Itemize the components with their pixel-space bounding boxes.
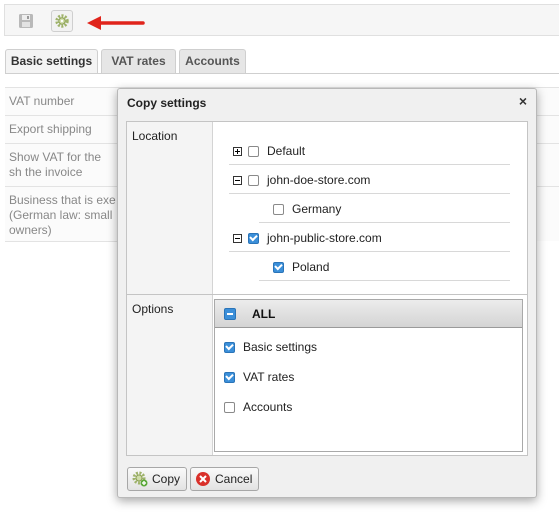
- save-icon: [19, 14, 33, 28]
- divider: [259, 222, 510, 223]
- dialog-title: Copy settings: [127, 96, 207, 110]
- label-column: [127, 122, 212, 455]
- select-all-checkbox[interactable]: [224, 307, 236, 320]
- checkbox-john-doe-store[interactable]: [248, 174, 259, 186]
- tree-item-label: Default: [267, 144, 306, 158]
- divider: [229, 251, 510, 252]
- checkbox-germany[interactable]: [273, 203, 284, 215]
- toolbar: [4, 4, 559, 36]
- tree-item-germany[interactable]: Germany: [273, 201, 341, 217]
- copy-button-label: Copy: [152, 472, 181, 486]
- location-label: Location: [132, 129, 178, 143]
- tree-item-label: Poland: [292, 260, 330, 274]
- divider: [229, 164, 510, 165]
- checkbox-john-public-store[interactable]: [248, 232, 259, 244]
- option-label: VAT rates: [243, 370, 295, 384]
- tree-item-default[interactable]: Default: [233, 143, 305, 159]
- expand-icon[interactable]: [233, 146, 242, 156]
- checkbox-poland[interactable]: [273, 261, 284, 273]
- divider: [5, 241, 117, 242]
- row-label: VAT number: [9, 94, 75, 108]
- tree-item-poland[interactable]: Poland: [273, 259, 329, 275]
- divider: [259, 280, 510, 281]
- tree-item-john-doe-store[interactable]: john-doe-store.com: [233, 172, 370, 188]
- option-accounts[interactable]: Accounts: [224, 400, 292, 414]
- cancel-button[interactable]: Cancel: [190, 467, 260, 491]
- divider: [229, 193, 510, 194]
- collapse-icon[interactable]: [233, 175, 242, 185]
- copy-settings-dialog: Copy settings × Location Options Default…: [117, 88, 537, 498]
- option-all-label: ALL: [252, 306, 276, 321]
- option-label: Basic settings: [243, 340, 318, 354]
- option-all[interactable]: ALL: [215, 300, 522, 328]
- checkbox-default[interactable]: [248, 145, 259, 157]
- options-list: ALL Basic settings VAT rates Accounts: [214, 299, 523, 452]
- copy-settings-button[interactable]: [51, 10, 73, 32]
- option-basic-settings[interactable]: Basic settings: [224, 340, 317, 354]
- copy-button[interactable]: Copy: [127, 467, 188, 491]
- tab-accounts[interactable]: Accounts: [179, 49, 246, 73]
- red-arrow-icon: [87, 16, 145, 30]
- options-label: Options: [132, 302, 174, 316]
- cancel-button-label: Cancel: [215, 472, 253, 486]
- checkbox-basic-settings[interactable]: [224, 341, 235, 353]
- tree-item-label: john-public-store.com: [267, 231, 382, 245]
- gear-icon: [132, 471, 148, 487]
- row-label: Export shipping: [9, 122, 92, 136]
- tree-item-label: john-doe-store.com: [267, 173, 371, 187]
- save-button[interactable]: [15, 10, 37, 32]
- divider: [127, 294, 527, 295]
- tab-divider: [5, 73, 559, 74]
- option-label: Accounts: [243, 400, 293, 414]
- option-vat-rates[interactable]: VAT rates: [224, 370, 294, 384]
- tab-vat-rates[interactable]: VAT rates: [101, 49, 176, 73]
- tree-item-john-public-store[interactable]: john-public-store.com: [233, 230, 382, 246]
- close-icon[interactable]: ×: [519, 93, 527, 109]
- checkbox-vat-rates[interactable]: [224, 371, 235, 383]
- collapse-icon[interactable]: [233, 233, 242, 243]
- checkbox-accounts[interactable]: [224, 401, 235, 413]
- divider: [212, 122, 213, 455]
- tree-item-label: Germany: [292, 202, 342, 216]
- tab-basic-settings[interactable]: Basic settings: [5, 49, 98, 74]
- cancel-icon: [196, 472, 210, 486]
- dialog-body: Location Options Default john-doe-store.…: [126, 121, 528, 456]
- row-label: Business that is exe (German law: small …: [9, 193, 116, 237]
- gear-icon: [55, 14, 69, 28]
- row-label: Show VAT for the sh the invoice: [9, 150, 102, 179]
